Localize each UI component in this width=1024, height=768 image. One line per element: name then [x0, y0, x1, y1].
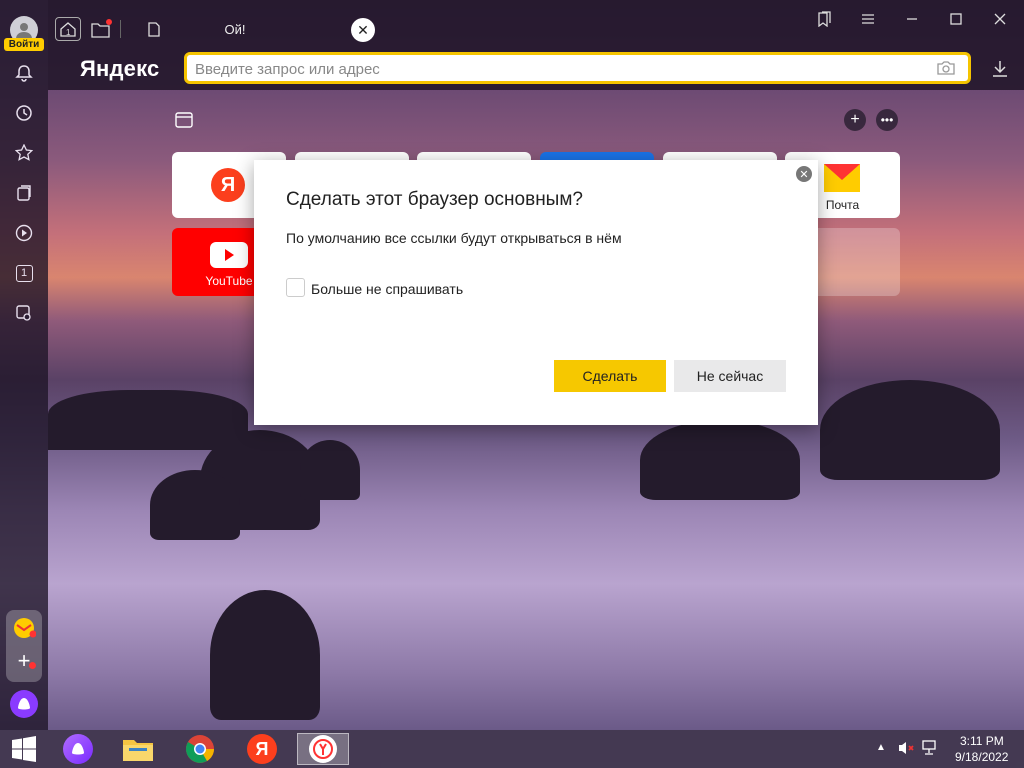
mountain-shape [210, 590, 320, 720]
yandex-icon: Я [211, 168, 245, 202]
minimize-icon[interactable] [901, 8, 923, 30]
set-default-button[interactable]: Сделать [554, 360, 666, 392]
mountain-shape [820, 380, 1000, 480]
close-dialog-icon[interactable]: ✕ [796, 166, 812, 182]
mail-envelope-icon [824, 164, 860, 192]
bookmarks-star-icon[interactable] [9, 138, 39, 168]
more-options-button[interactable]: ••• [876, 109, 898, 131]
side-panel-apps: + [6, 610, 42, 682]
alice-icon[interactable] [56, 733, 100, 765]
maximize-icon[interactable] [945, 8, 967, 30]
history-icon[interactable] [9, 98, 39, 128]
tab-separator [120, 20, 121, 38]
close-tab-button[interactable]: ✕ [351, 18, 375, 42]
yandex-browser-icon[interactable] [297, 733, 349, 765]
camera-search-icon[interactable] [936, 59, 956, 77]
home-tab-icon[interactable]: 1 [55, 17, 81, 41]
file-explorer-icon[interactable] [116, 733, 160, 765]
dont-ask-label[interactable]: Больше не спрашивать [311, 281, 463, 297]
video-play-icon[interactable] [9, 218, 39, 248]
mail-app-icon[interactable] [12, 617, 37, 639]
alice-icon[interactable] [10, 690, 38, 718]
dialog-text: По умолчанию все ссылки будут открыватьс… [286, 230, 622, 246]
address-input[interactable] [195, 59, 915, 79]
windows-start-icon[interactable] [2, 733, 46, 765]
download-icon[interactable] [990, 58, 1010, 80]
volume-muted-icon[interactable] [897, 740, 915, 761]
menu-icon[interactable] [857, 8, 879, 30]
network-icon[interactable] [921, 740, 939, 761]
bookmark-page-icon[interactable] [813, 8, 835, 30]
screenshot-icon[interactable] [9, 298, 39, 328]
close-window-icon[interactable] [989, 8, 1011, 30]
user-icon [16, 23, 32, 39]
clock-time[interactable]: 3:11 PM [960, 734, 1004, 748]
new-tab-group-icon[interactable] [88, 17, 114, 41]
svg-text:1: 1 [66, 28, 71, 37]
default-browser-dialog: ✕ Сделать этот браузер основным? По умол… [254, 160, 818, 425]
mountain-shape [150, 470, 240, 540]
tab-counter-icon[interactable]: 1 [9, 258, 39, 288]
taskbar: Я ▲ 3:11 PM 9/18/2022 [0, 730, 1024, 768]
mountain-shape [640, 420, 800, 500]
page-icon [146, 20, 162, 38]
bell-icon[interactable] [9, 58, 39, 88]
mountain-shape [48, 390, 248, 450]
clock-date[interactable]: 9/18/2022 [955, 750, 1008, 764]
tab-title[interactable]: Ой! [205, 22, 265, 37]
youtube-play-icon [210, 242, 248, 268]
tab-counter-value: 1 [15, 264, 33, 282]
add-app-icon[interactable]: + [12, 650, 36, 674]
mountain-shape [300, 440, 360, 500]
chrome-icon[interactable] [178, 733, 222, 765]
gallery-icon[interactable] [172, 109, 196, 131]
login-badge[interactable]: Войти [4, 38, 44, 51]
dialog-title: Сделать этот браузер основным? [286, 189, 583, 210]
yandex-logo[interactable]: Яндекс [80, 56, 159, 82]
sidebar: Войти 1 + [0, 0, 48, 730]
yandex-icon[interactable]: Я [240, 733, 284, 765]
tray-expand-icon[interactable]: ▲ [876, 742, 886, 753]
collections-icon[interactable] [9, 178, 39, 208]
dont-ask-checkbox[interactable] [286, 278, 305, 297]
address-bar[interactable] [184, 52, 971, 84]
add-tile-button[interactable]: + [844, 109, 866, 131]
not-now-button[interactable]: Не сейчас [674, 360, 786, 392]
